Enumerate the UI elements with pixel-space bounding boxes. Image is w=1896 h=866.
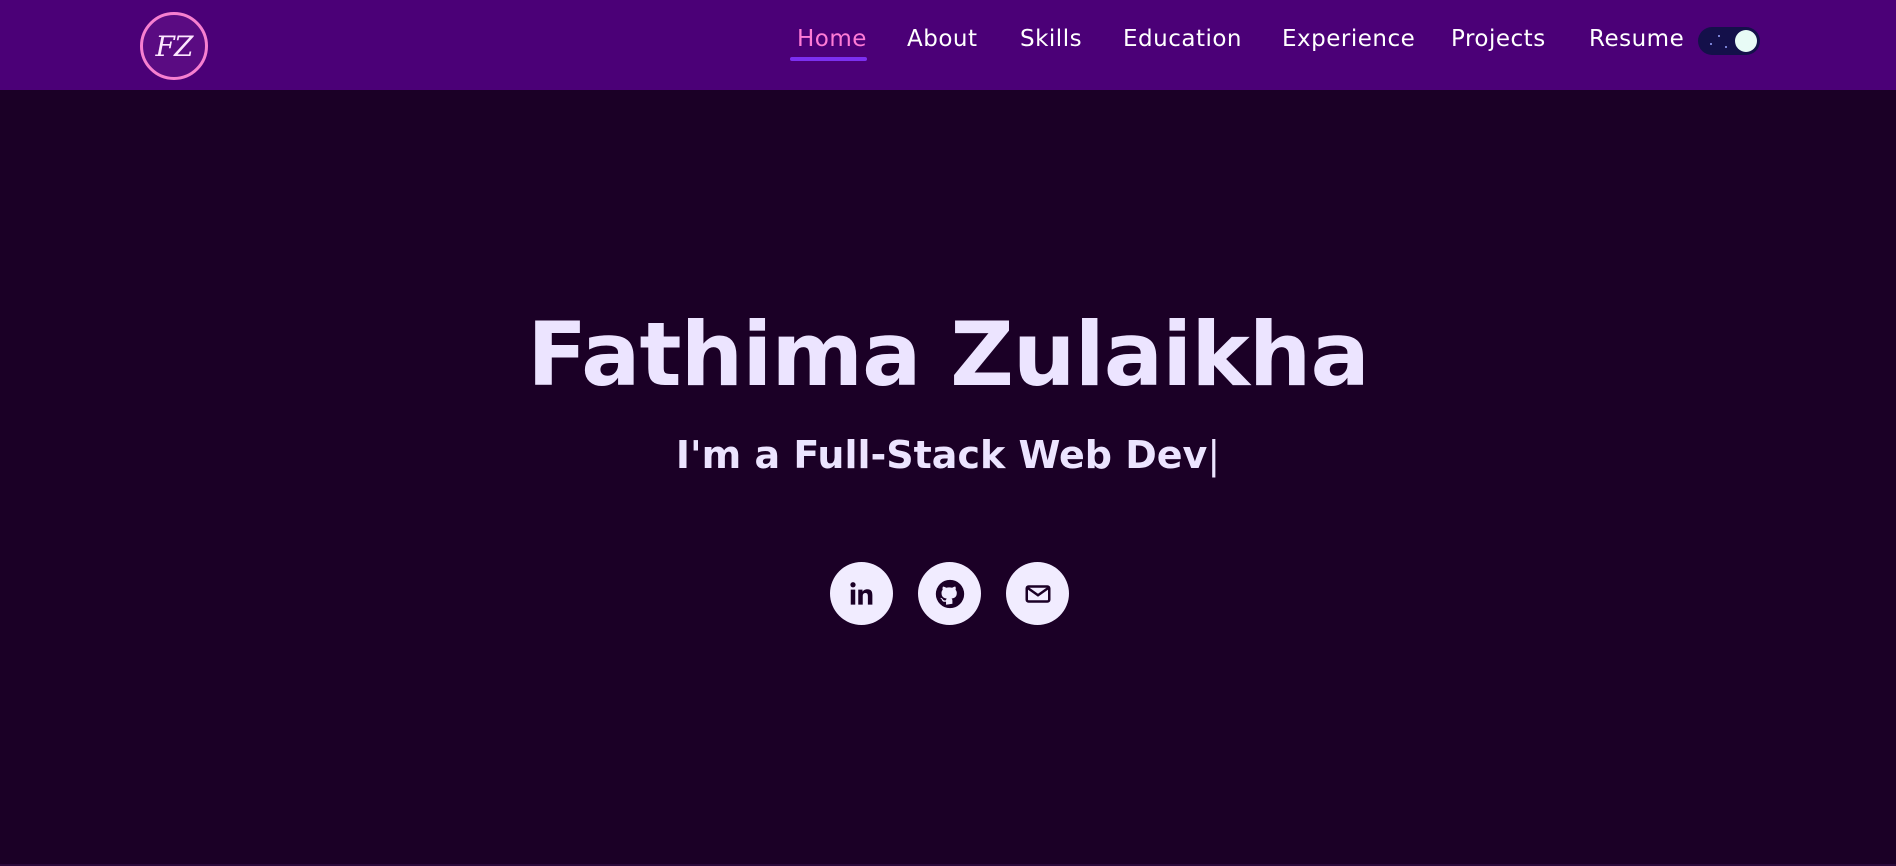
navbar: FZ Home About Skills Education Experienc… bbox=[0, 0, 1896, 90]
hero-name: Fathima Zulaikha bbox=[527, 303, 1370, 406]
linkedin-button[interactable] bbox=[830, 562, 893, 625]
star-icon bbox=[1710, 43, 1712, 45]
nav-item-about[interactable]: About bbox=[907, 24, 978, 54]
nav-links: Home About Skills Education Experience P… bbox=[0, 0, 1896, 90]
nav-item-resume[interactable]: Resume bbox=[1589, 24, 1684, 54]
nav-item-experience[interactable]: Experience bbox=[1282, 24, 1415, 54]
hero-role: I'm a Full-Stack Web Dev| bbox=[0, 430, 1896, 480]
moon-toggle-icon bbox=[1735, 30, 1757, 52]
linkedin-icon bbox=[847, 579, 877, 609]
nav-item-home[interactable]: Home bbox=[797, 24, 867, 54]
star-icon bbox=[1725, 46, 1727, 48]
nav-item-skills[interactable]: Skills bbox=[1020, 24, 1082, 54]
theme-toggle[interactable] bbox=[1698, 27, 1760, 55]
github-button[interactable] bbox=[918, 562, 981, 625]
email-button[interactable] bbox=[1006, 562, 1069, 625]
star-icon bbox=[1718, 35, 1720, 37]
typing-cursor: | bbox=[1207, 433, 1221, 477]
role-typed-text: Full-Stack Web Dev bbox=[793, 433, 1208, 477]
github-icon bbox=[933, 577, 967, 611]
role-prefix: I'm a bbox=[675, 433, 794, 477]
nav-item-education[interactable]: Education bbox=[1123, 24, 1242, 54]
active-nav-underline bbox=[790, 57, 867, 61]
mail-icon bbox=[1023, 579, 1053, 609]
social-links bbox=[830, 562, 1070, 626]
nav-item-projects[interactable]: Projects bbox=[1451, 24, 1546, 54]
